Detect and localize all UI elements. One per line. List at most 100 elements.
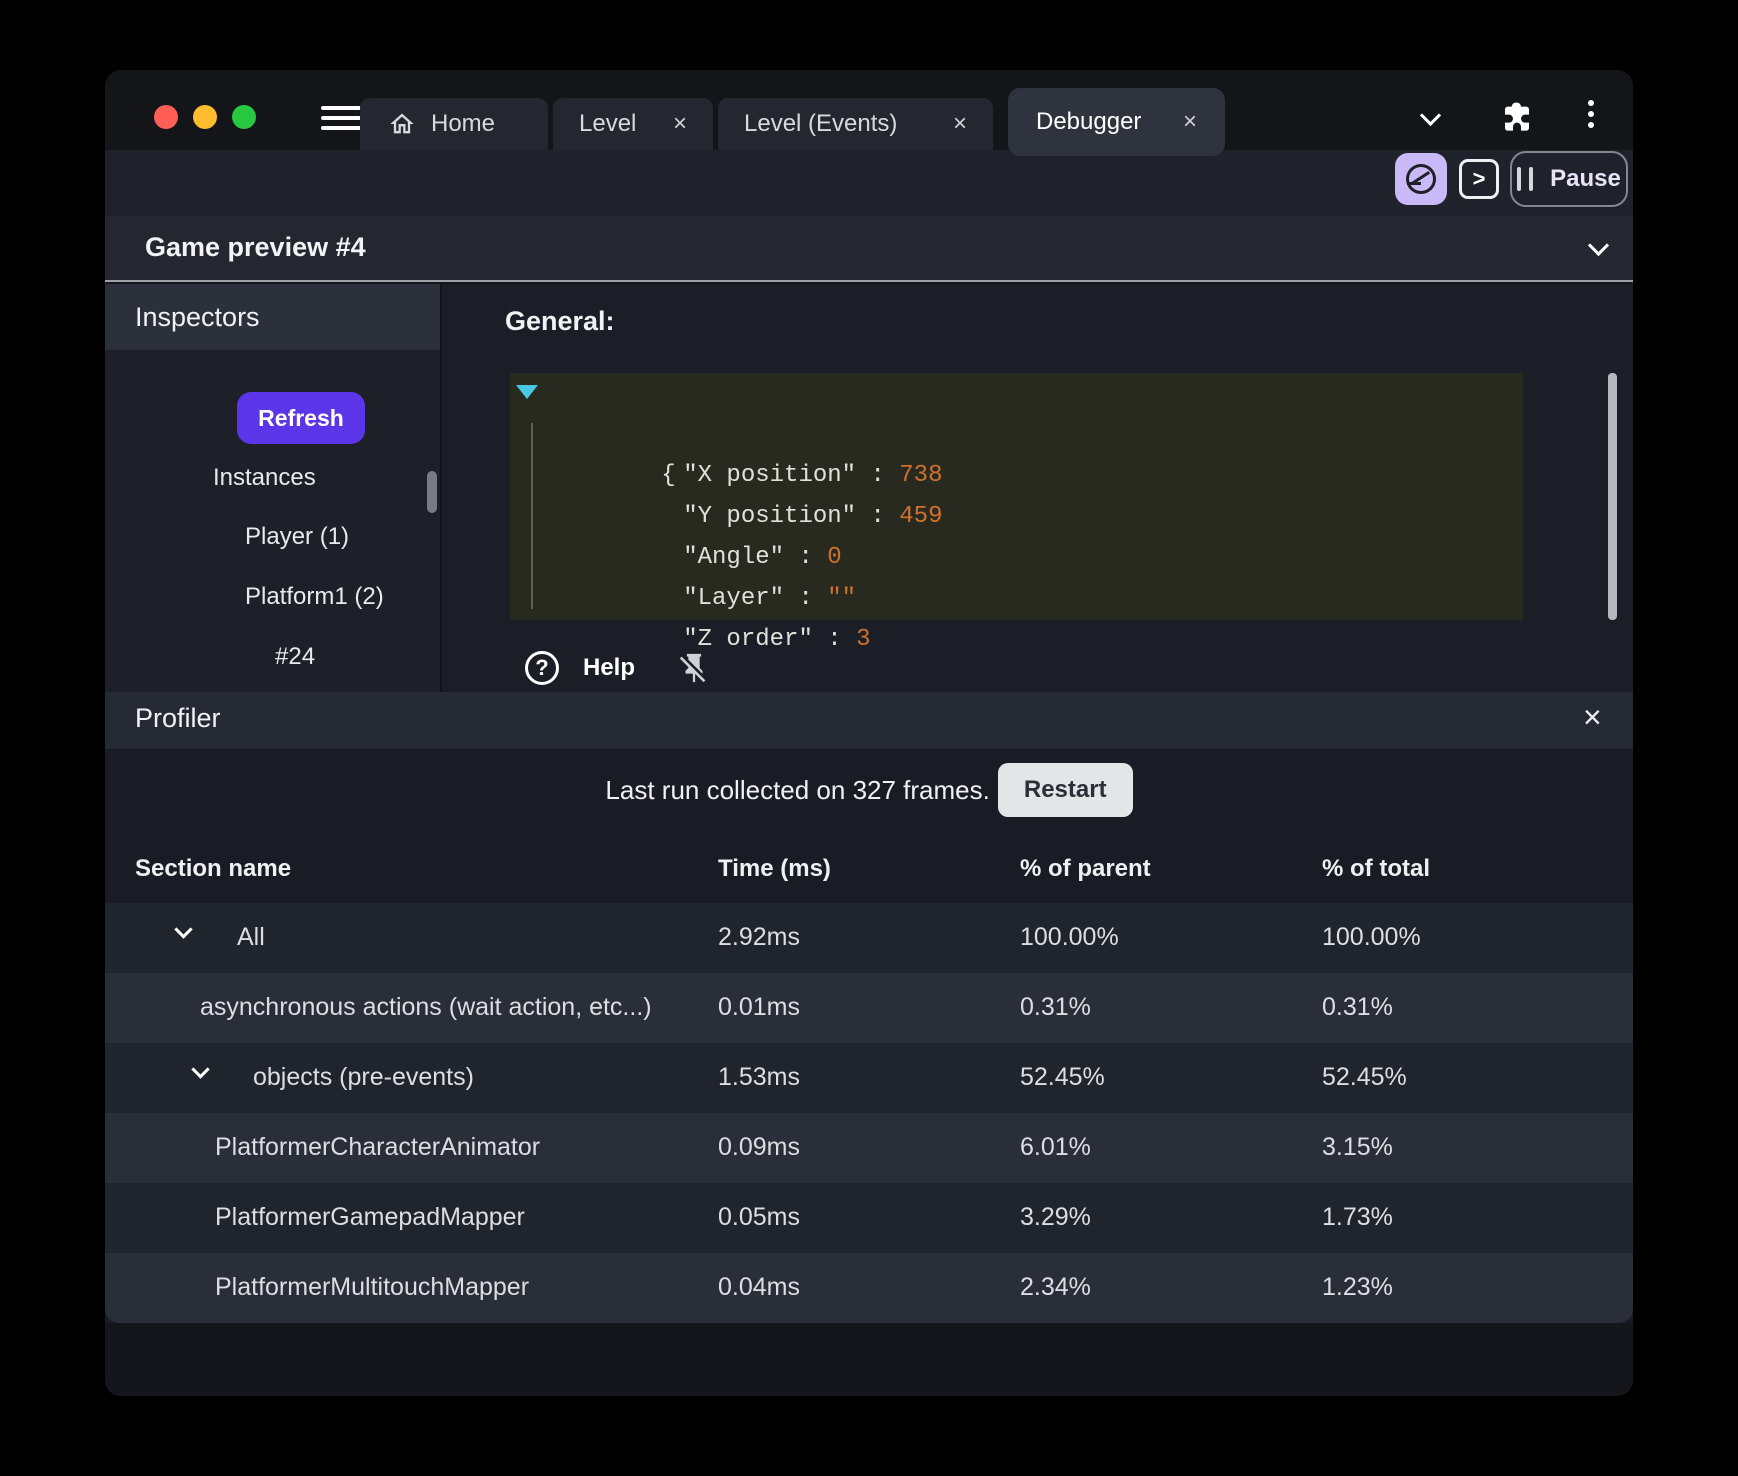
title-bar: Home Level × Level (Events) × Debugger × xyxy=(105,70,1633,156)
game-preview-selector[interactable]: Game preview #4 xyxy=(105,216,1633,282)
json-value: 3 xyxy=(856,626,871,653)
profiler-status-line: Last run collected on 327 frames. Restar… xyxy=(105,763,1633,817)
chevron-down-icon[interactable] xyxy=(1419,104,1442,127)
tab-home[interactable]: Home xyxy=(360,98,548,150)
profiler-status-text: Last run collected on 327 frames. xyxy=(605,774,990,805)
profiler-toggle-button[interactable] xyxy=(1395,153,1447,205)
json-root-line: { xyxy=(510,373,1523,489)
console-prompt-icon: > xyxy=(1472,166,1486,191)
row-percent-total: 100.00% xyxy=(1322,923,1421,951)
pin-off-icon[interactable] xyxy=(677,651,711,685)
row-percent-total: 3.15% xyxy=(1322,1133,1393,1161)
pause-button-label: Pause xyxy=(1550,165,1621,192)
sidebar-scrollbar[interactable] xyxy=(427,471,437,513)
table-row-all[interactable]: All 2.92ms 100.00% 100.00% xyxy=(105,903,1633,973)
window-bottom-area xyxy=(105,1323,1633,1396)
header-percent-parent: % of parent xyxy=(1020,855,1151,882)
game-preview-title: Game preview #4 xyxy=(145,232,366,262)
row-percent-parent: 6.01% xyxy=(1020,1133,1091,1161)
json-property-row: "Layer" : "" xyxy=(510,537,1523,612)
row-percent-total: 52.45% xyxy=(1322,1063,1407,1091)
extensions-puzzle-icon[interactable] xyxy=(1501,100,1533,132)
tab-level-events[interactable]: Level (Events) × xyxy=(718,98,993,150)
minimize-window-button[interactable] xyxy=(193,105,217,129)
tab-debugger-close-icon[interactable]: × xyxy=(1183,110,1197,134)
json-collapse-triangle-icon[interactable] xyxy=(516,385,538,399)
row-percent-total: 1.23% xyxy=(1322,1273,1393,1301)
header-section-name: Section name xyxy=(135,855,292,882)
more-options-kebab-icon[interactable] xyxy=(1588,100,1596,133)
json-property-row: "Y position" : 459 xyxy=(510,455,1523,530)
instance-json-viewer: { "X position" : 738 "Y position" : 459 … xyxy=(510,373,1523,653)
restart-button[interactable]: Restart xyxy=(997,763,1133,817)
tab-level-label: Level xyxy=(579,110,637,137)
tab-level-events-label: Level (Events) xyxy=(744,110,898,137)
inspectors-sidebar: Inspectors Refresh Instances Player (1) … xyxy=(105,284,442,692)
row-time: 0.01ms xyxy=(718,993,800,1021)
row-time: 1.53ms xyxy=(718,1063,800,1091)
row-section-name: objects (pre-events) xyxy=(253,1063,474,1091)
row-percent-parent: 52.45% xyxy=(1020,1063,1105,1091)
header-time: Time (ms) xyxy=(718,855,831,882)
profiler-table-rows: All 2.92ms 100.00% 100.00% asynchronous … xyxy=(105,903,1633,1323)
sidebar-item-player[interactable]: Player (1) xyxy=(245,523,349,551)
debugger-toolbar: > Pause xyxy=(105,150,1633,216)
table-row-gamepad-mapper[interactable]: PlatformerGamepadMapper 0.05ms 3.29% 1.7… xyxy=(105,1183,1633,1253)
tab-level[interactable]: Level × xyxy=(553,98,713,150)
row-percent-total: 1.73% xyxy=(1322,1203,1393,1231)
profiler-header-bar: Profiler × xyxy=(105,692,1633,749)
tab-debugger[interactable]: Debugger × xyxy=(1008,88,1225,156)
tab-home-label: Home xyxy=(431,110,496,137)
titlebar-actions xyxy=(1405,70,1633,150)
help-label[interactable]: Help xyxy=(583,654,635,682)
row-collapse-chevron-icon[interactable] xyxy=(191,1060,210,1079)
row-time: 0.05ms xyxy=(718,1203,800,1231)
table-row-async-actions[interactable]: asynchronous actions (wait action, etc..… xyxy=(105,973,1633,1043)
restart-button-label: Restart xyxy=(1023,776,1107,803)
pause-button[interactable]: Pause xyxy=(1510,151,1628,207)
refresh-button[interactable]: Refresh xyxy=(237,392,365,444)
close-window-button[interactable] xyxy=(154,105,178,129)
tab-level-close-icon[interactable]: × xyxy=(673,112,687,136)
row-percent-parent: 2.34% xyxy=(1020,1273,1091,1301)
row-collapse-chevron-icon[interactable] xyxy=(174,920,193,939)
row-section-name: PlatformerMultitouchMapper xyxy=(215,1273,530,1301)
profiler-table-header: Section name Time (ms) % of parent % of … xyxy=(105,855,1633,889)
inspector-content: Inspectors Refresh Instances Player (1) … xyxy=(105,284,1633,692)
general-section-title: General: xyxy=(505,306,615,336)
header-percent-total: % of total xyxy=(1322,855,1430,882)
row-percent-total: 0.31% xyxy=(1322,993,1393,1021)
table-row-multitouch-mapper[interactable]: PlatformerMultitouchMapper 0.04ms 2.34% … xyxy=(105,1253,1633,1323)
json-property-row: "Angle" : 0 xyxy=(510,496,1523,571)
table-row-character-animator[interactable]: PlatformerCharacterAnimator 0.09ms 6.01%… xyxy=(105,1113,1633,1183)
json-property-row: "X position" : 738 xyxy=(510,414,1523,489)
json-property-row: "Z order" : 3 xyxy=(510,578,1523,653)
hamburger-menu-icon[interactable] xyxy=(321,106,361,132)
help-question-mark: ? xyxy=(535,655,549,680)
help-row: ? Help xyxy=(525,648,711,688)
tab-level-events-close-icon[interactable]: × xyxy=(953,112,967,136)
zoom-window-button[interactable] xyxy=(232,105,256,129)
console-button[interactable]: > xyxy=(1459,159,1499,199)
row-time: 2.92ms xyxy=(718,923,800,951)
preview-chevron-down-icon[interactable] xyxy=(1587,234,1610,257)
refresh-button-label: Refresh xyxy=(258,404,344,431)
row-percent-parent: 3.29% xyxy=(1020,1203,1091,1231)
sidebar-item-instance-24[interactable]: #24 xyxy=(275,643,315,671)
sidebar-item-instances[interactable]: Instances xyxy=(213,464,316,492)
table-row-objects-pre-events[interactable]: objects (pre-events) 1.53ms 52.45% 52.45… xyxy=(105,1043,1633,1113)
help-icon[interactable]: ? xyxy=(525,651,559,685)
home-icon xyxy=(390,113,414,134)
row-section-name: PlatformerCharacterAnimator xyxy=(215,1133,541,1161)
row-time: 0.09ms xyxy=(718,1133,800,1161)
speedometer-icon xyxy=(1406,164,1436,194)
general-scrollbar[interactable] xyxy=(1608,373,1617,620)
sidebar-item-platform1[interactable]: Platform1 (2) xyxy=(245,583,384,611)
row-section-name: PlatformerGamepadMapper xyxy=(215,1203,525,1231)
profiler-section: Last run collected on 327 frames. Restar… xyxy=(105,749,1633,1323)
row-percent-parent: 100.00% xyxy=(1020,923,1119,951)
profiler-close-icon[interactable]: × xyxy=(1583,699,1602,736)
tab-debugger-label: Debugger xyxy=(1036,108,1142,135)
row-section-name: All xyxy=(237,923,265,951)
inspectors-header: Inspectors xyxy=(105,284,440,350)
